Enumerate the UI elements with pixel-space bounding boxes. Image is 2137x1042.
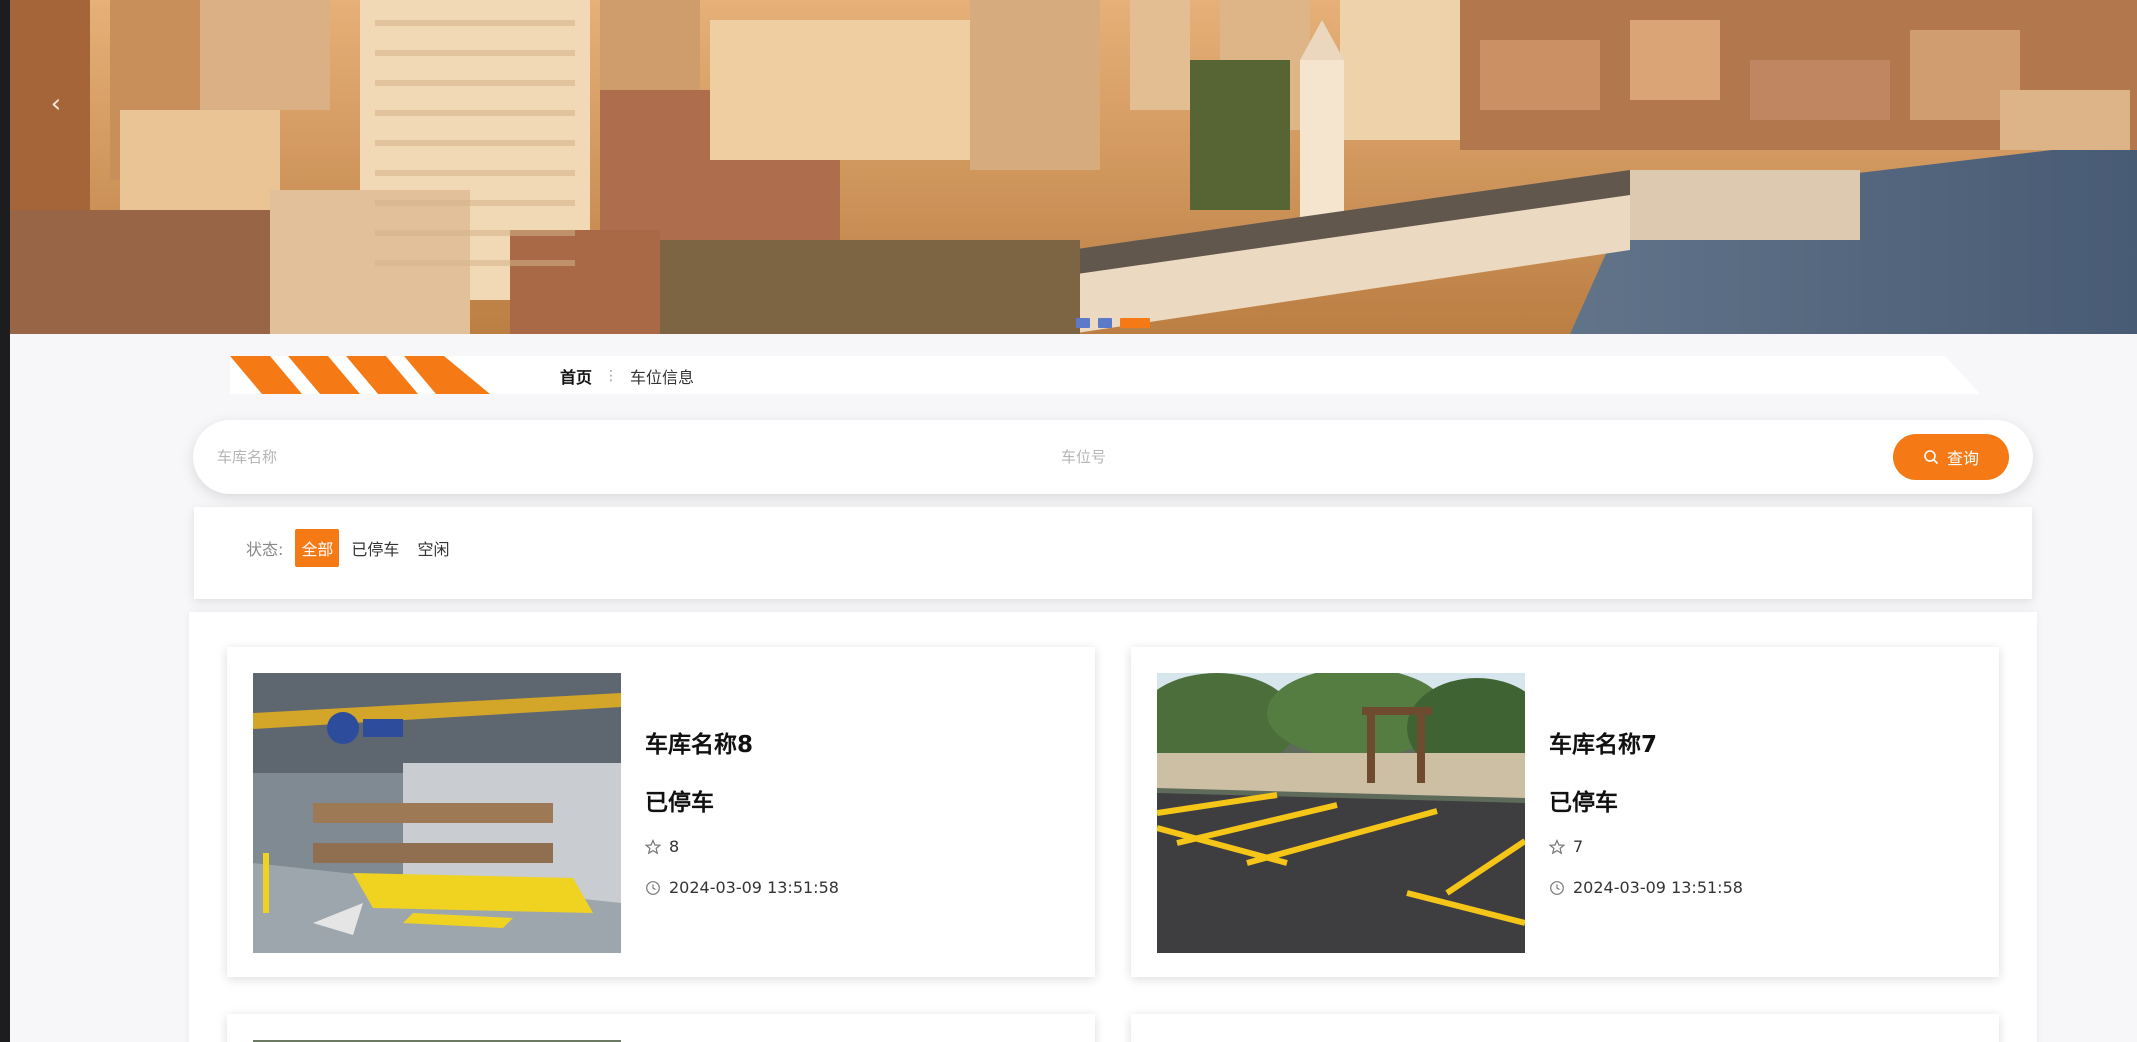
carousel-dot-2[interactable] [1098,318,1112,328]
parking-image [1157,673,1525,953]
breadcrumb-separator: ⋮ [604,368,619,384]
search-bar: 查询 [193,420,2033,494]
parking-status: 已停车 [1549,790,1618,816]
breadcrumb-current: 车位信息 [630,368,695,387]
parking-image [253,673,621,953]
breadcrumb-bar [230,356,1980,394]
parking-status: 已停车 [645,790,714,816]
star-icon [1549,838,1565,854]
filter-option-parked[interactable]: 已停车 [345,529,405,567]
clock-icon [646,880,660,895]
clock-icon [1550,880,1564,895]
garage-name-input[interactable] [217,438,997,476]
banner-carousel[interactable]: ‹ [10,0,2137,334]
garage-name: 车库名称8 [645,732,754,758]
search-button-label: 查询 [1946,449,1979,468]
banner-city-image [10,0,2137,334]
window-edge [0,0,10,1042]
search-icon [1924,450,1939,465]
filter-option-all[interactable]: 全部 [295,529,340,567]
carousel-dot-1[interactable] [1076,318,1090,328]
stripes-decoration [230,356,490,394]
banner-prev-arrow[interactable]: ‹ [38,86,74,122]
filter-label: 状态: [246,540,284,559]
breadcrumb-home-link[interactable]: 首页 [560,364,592,388]
filter-option-free[interactable]: 空闲 [411,529,455,567]
time-row: 2024-03-09 13:51:58 [645,878,839,897]
star-icon [645,838,661,854]
breadcrumb: 首页 ⋮ 车位信息 [230,356,1980,394]
time-row: 2024-03-09 13:51:58 [1549,878,1743,897]
parking-card[interactable]: 车库名称7 已停车 7 2024-03-09 13:51:58 [1131,647,1999,977]
created-time: 2024-03-09 13:51:58 [1573,878,1743,897]
carousel-dot-3[interactable] [1120,318,1150,328]
status-filter: 状态: 全部 已停车 空闲 [194,507,2032,599]
parking-card[interactable] [1131,1014,1999,1042]
slot-number: 7 [1573,837,1584,856]
parking-card[interactable]: 车库名称8 已停车 8 2024-03-09 13:51:58 [227,647,1095,977]
garage-name: 车库名称7 [1549,732,1658,758]
parking-list: 车库名称8 已停车 8 2024-03-09 13:51:58 车库名称7 已停… [189,612,2037,1042]
slot-number-row: 7 [1549,837,1583,856]
page: ‹ 首页 ⋮ 车位信息 查询 [0,0,2137,1042]
parking-card[interactable] [227,1014,1095,1042]
breadcrumb-trail: 首页 ⋮ 车位信息 [560,364,694,388]
slot-number: 8 [669,837,680,856]
created-time: 2024-03-09 13:51:58 [669,878,839,897]
slot-number-row: 8 [645,837,679,856]
search-button[interactable]: 查询 [1893,434,2009,480]
carousel-indicators [1076,318,1150,328]
slot-number-input[interactable] [1061,438,1861,476]
